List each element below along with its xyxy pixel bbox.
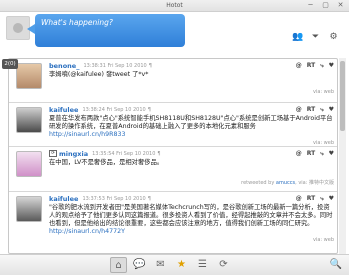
tweet-time[interactable]: 13:37:53 Fri Sep 10 2010 [82, 196, 145, 202]
tweet-item[interactable]: ⟳ mingxia 13:35:54 Fri Sep 10 2010 ¶ @ R… [9, 147, 337, 192]
tweet-text: 在中国，LV不是奢侈品，是相对奢侈品。 [49, 159, 164, 166]
header: What's happening? 👥 ⏷ ⚙ [0, 12, 349, 56]
reply-button[interactable]: @ [296, 150, 302, 158]
forward-icon[interactable]: ⤷ [320, 195, 323, 203]
tweet-source: retweeted by amuccs, via: 推特中文版 [241, 180, 334, 186]
compose-box[interactable]: What's happening? [35, 14, 185, 47]
retweet-indicator-icon: ⟳ [49, 150, 57, 157]
tweet-source: via: web [312, 89, 334, 95]
filter-icon[interactable]: ⏷ [310, 32, 321, 43]
tweet-user[interactable]: mingxia [59, 150, 88, 158]
settings-icon[interactable]: ⚙ [328, 32, 339, 43]
retweeted-by-label: retweeted by [241, 180, 275, 186]
bottom-toolbar: ⌂ 💬 ✉ ★ ☰ ⟳ 🔍 [0, 254, 349, 275]
tweet-via: via: 推特中文版 [298, 180, 334, 186]
unread-badge: 2(0) [2, 59, 18, 69]
tweet-link[interactable]: http://sinaurl.cn/h9R833 [49, 131, 125, 138]
tweet-link[interactable]: http://sinaurl.cn/h4772Y [49, 228, 125, 235]
retweeter-link[interactable]: amuccs [276, 180, 295, 186]
reply-button[interactable]: @ [296, 195, 302, 203]
favorite-icon[interactable]: ♥ [329, 195, 334, 203]
scrollbar[interactable] [339, 58, 346, 254]
tweet-time[interactable]: 13:35:54 Fri Sep 10 2010 [92, 151, 155, 157]
favorites-icon[interactable]: ★ [173, 257, 190, 273]
people-icon[interactable]: 👥 [292, 32, 303, 43]
lists-icon[interactable]: ☰ [194, 257, 211, 273]
tweet-text: 夏普在华发布两款"点心"系统智能手机SH8118U和SH8128U"点心"系统是… [49, 115, 334, 139]
retweet-button[interactable]: RT [307, 106, 315, 114]
messages-icon[interactable]: ✉ [152, 257, 169, 273]
scrollbar-thumb[interactable] [340, 61, 345, 131]
forward-icon[interactable]: ⤷ [320, 106, 323, 114]
forward-icon[interactable]: ⤷ [320, 150, 323, 158]
tweet-time[interactable]: 13:38:24 Fri Sep 10 2010 [82, 107, 145, 113]
retweet-button[interactable]: RT [307, 62, 315, 70]
avatar[interactable] [16, 196, 42, 222]
timeline[interactable]: benone_ 13:38:31 Fri Sep 10 2010 ¶ @ RT … [8, 58, 338, 254]
retweet-button[interactable]: RT [307, 150, 315, 158]
tweet-item[interactable]: kaifulee 13:37:53 Fri Sep 10 2010 ¶ @ RT… [9, 192, 337, 252]
favorite-icon[interactable]: ♥ [329, 150, 334, 158]
tweet-user[interactable]: kaifulee [49, 195, 78, 203]
tweet-user[interactable]: benone_ [49, 62, 79, 70]
forward-icon[interactable]: ⤷ [320, 62, 323, 70]
compose-placeholder: What's happening? [41, 18, 113, 27]
tweet-item[interactable]: benone_ 13:38:31 Fri Sep 10 2010 ¶ @ RT … [9, 59, 337, 103]
close-icon[interactable]: ✕ [336, 1, 345, 10]
title-bar: Hotot ─ ▢ ✕ [0, 0, 349, 12]
favorite-icon[interactable]: ♥ [329, 62, 334, 70]
avatar[interactable] [16, 63, 42, 89]
reply-button[interactable]: @ [296, 106, 302, 114]
tweet-text: "谷歌的肥水流到开发者田"是美国著名媒体Techcrunch写的，是谷歌创新工场… [49, 204, 334, 236]
minimize-icon[interactable]: ─ [306, 1, 315, 10]
pin-icon: ¶ [147, 195, 151, 202]
window-title: Hotot [166, 2, 183, 9]
search-icon[interactable]: 🔍 [329, 258, 343, 272]
pin-icon: ¶ [147, 106, 151, 113]
favorite-icon[interactable]: ♥ [329, 106, 334, 114]
mentions-icon[interactable]: 💬 [131, 257, 148, 273]
tweet-item[interactable]: kaifulee 13:38:24 Fri Sep 10 2010 ¶ @ RT… [9, 103, 337, 147]
avatar[interactable] [16, 151, 42, 177]
retweets-icon[interactable]: ⟳ [215, 257, 232, 273]
pin-icon: ¶ [148, 62, 152, 69]
tweet-time[interactable]: 13:38:31 Fri Sep 10 2010 [83, 63, 146, 69]
avatar[interactable] [16, 107, 42, 133]
tweet-user[interactable]: kaifulee [49, 106, 78, 114]
tweet-text: 李姆噴(@kaifulee) 發tweet 了*v* [49, 71, 149, 78]
retweet-button[interactable]: RT [307, 195, 315, 203]
maximize-icon[interactable]: ▢ [321, 1, 330, 10]
tweet-body: "谷歌的肥水流到开发者田"是美国著名媒体Techcrunch写的，是谷歌创新工场… [49, 204, 333, 227]
tweet-source: via: web [312, 237, 334, 243]
reply-button[interactable]: @ [296, 62, 302, 70]
home-icon[interactable]: ⌂ [110, 257, 127, 273]
tweet-body: 夏普在华发布两款"点心"系统智能手机SH8118U和SH8128U"点心"系统是… [49, 115, 333, 130]
compose-tail [27, 24, 35, 34]
pin-icon: ¶ [157, 150, 161, 157]
